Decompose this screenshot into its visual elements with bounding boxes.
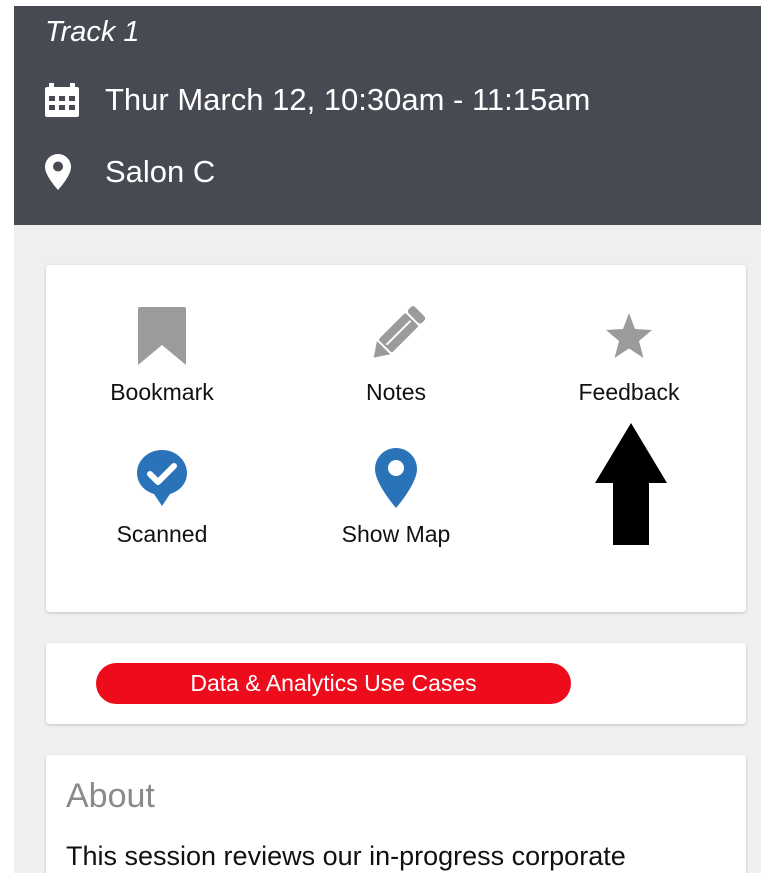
notes-label: Notes [365,379,427,405]
star-icon [594,305,664,367]
session-location-row: Salon C [45,154,215,190]
about-title: About [66,777,155,815]
map-pin-icon [361,447,431,509]
session-datetime-row: Thur March 12, 10:30am - 11:15am [45,82,590,118]
show-map-button[interactable]: Show Map [296,447,496,548]
notes-button[interactable]: Notes [296,305,496,406]
scanned-button[interactable]: Scanned [62,447,262,548]
bookmark-icon [127,305,197,367]
up-arrow-icon [595,423,667,550]
bookmark-label: Bookmark [110,379,214,405]
about-description: This session reviews our in-progress cor… [66,841,626,871]
pencil-icon [361,305,431,367]
about-card: About This session reviews our in-progre… [46,755,746,873]
track-tag[interactable]: Data & Analytics Use Cases [96,663,571,704]
session-detail-screen: Track 1 Thur March 12, 10:30am - 11:15am [14,6,761,873]
feedback-button[interactable]: Feedback [529,305,729,406]
bookmark-button[interactable]: Bookmark [62,305,262,406]
session-header: Track 1 Thur March 12, 10:30am - 11:15am [14,6,761,225]
feedback-label: Feedback [578,379,680,405]
location-pin-icon [45,154,89,190]
session-location: Salon C [105,154,216,189]
tags-card: Data & Analytics Use Cases [46,643,746,724]
session-datetime: Thur March 12, 10:30am - 11:15am [105,82,591,117]
scanned-label: Scanned [116,521,208,547]
check-badge-icon [127,447,197,509]
track-label: Track 1 [45,16,140,48]
show-map-label: Show Map [341,521,451,547]
actions-card: Bookmark Notes Feedback Scanned Show Map [46,265,746,612]
calendar-icon [45,82,89,118]
